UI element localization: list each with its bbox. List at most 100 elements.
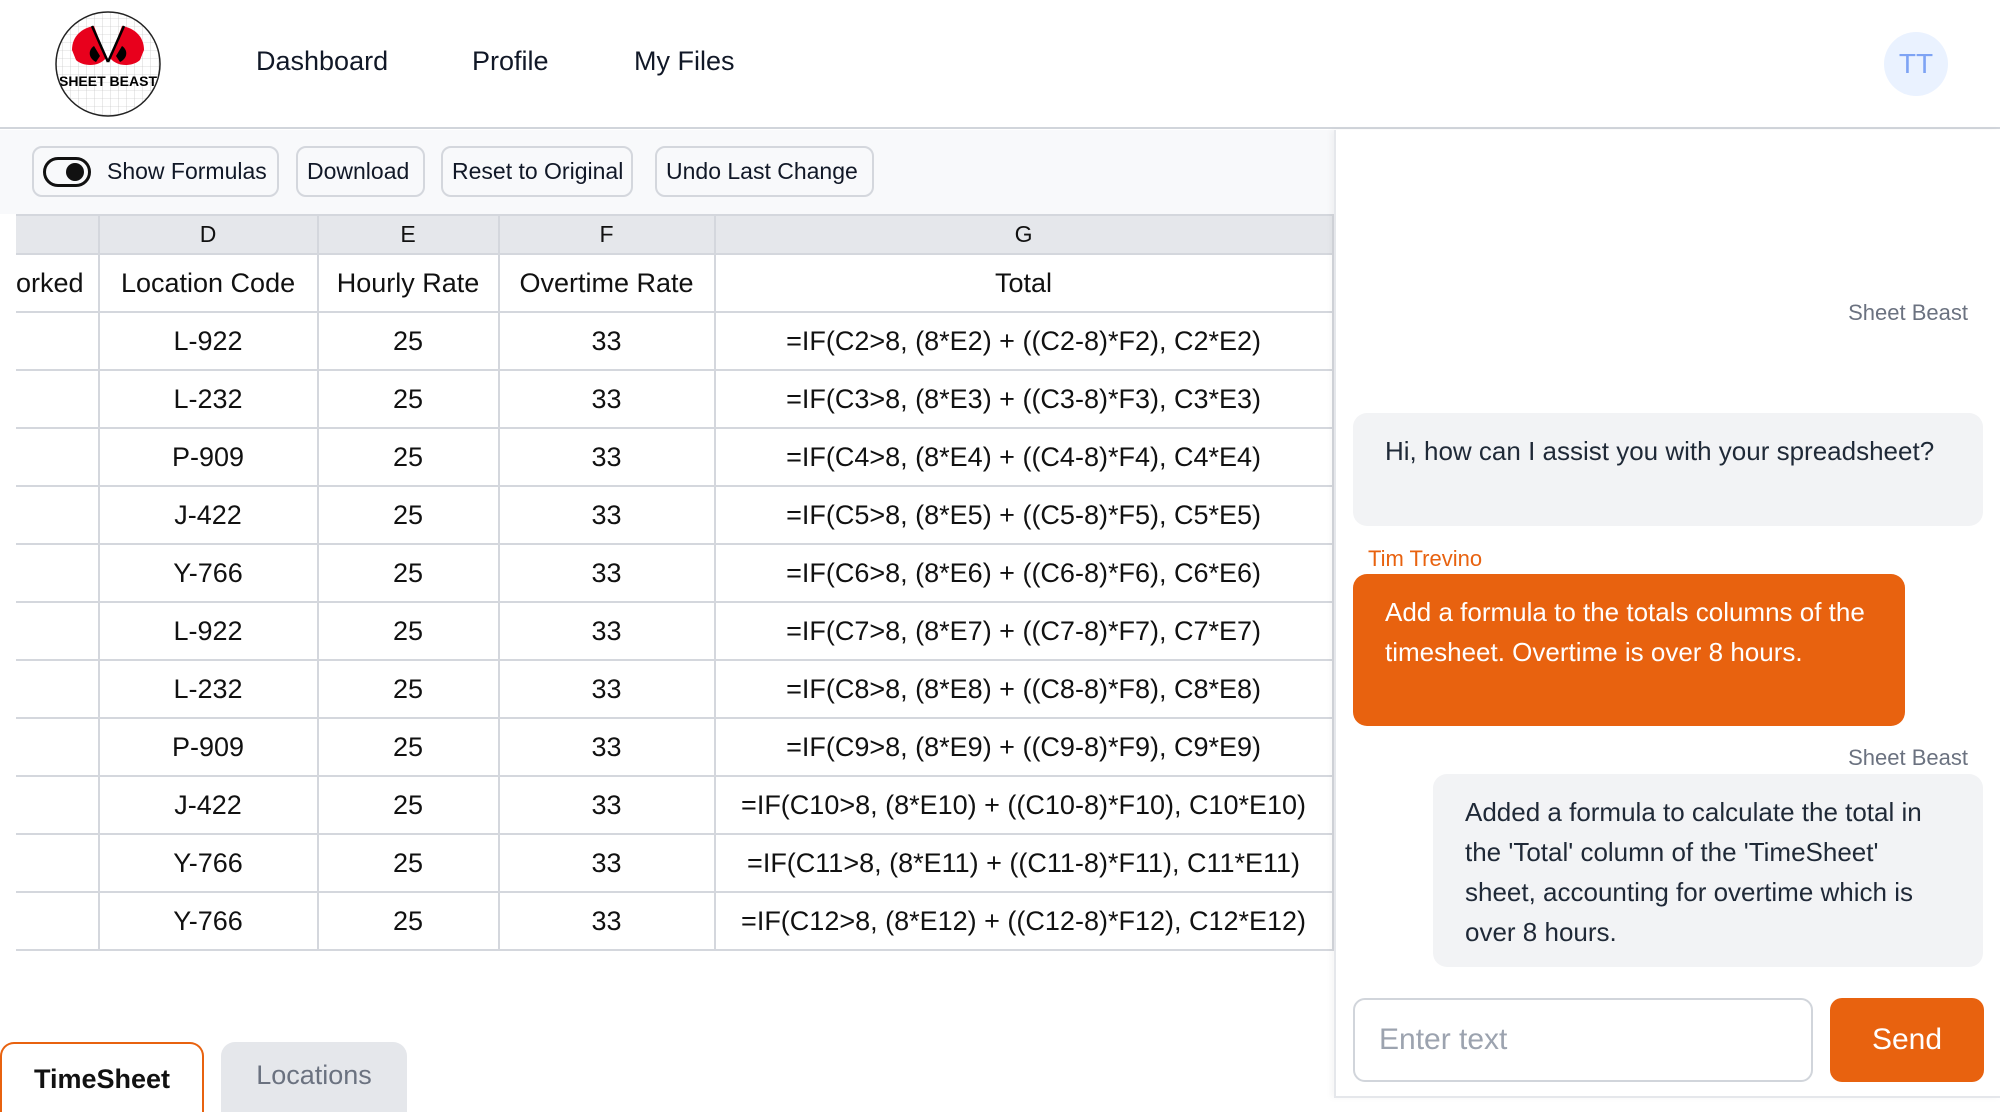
- cell-d[interactable]: J-422: [97, 485, 319, 545]
- column-header-e[interactable]: E: [316, 214, 500, 255]
- cell-f[interactable]: 33: [497, 601, 716, 661]
- top-header: SHEET BEAST Dashboard Profile My Files T…: [0, 0, 2000, 129]
- message-sender: Sheet Beast: [1848, 745, 1968, 770]
- tab-timesheet[interactable]: TimeSheet: [0, 1042, 204, 1112]
- send-button[interactable]: Send: [1830, 998, 1984, 1082]
- cell-e[interactable]: 25: [316, 891, 500, 951]
- cell-g[interactable]: =IF(C3>8, (8*E3) + ((C3-8)*F3), C3*E3): [713, 369, 1334, 429]
- table-row: L-922 25 33 =IF(C2>8, (8*E2) + ((C2-8)*F2),…: [16, 311, 1334, 371]
- table-row: Y-766 25 33 =IF(C11>8, (8*E11) + ((C11-8)*F…: [16, 833, 1334, 893]
- cell-f[interactable]: 33: [497, 659, 716, 719]
- cell-c[interactable]: [16, 427, 100, 487]
- message-sender: Tim Trevino: [1368, 546, 1483, 571]
- cell-d[interactable]: L-922: [97, 601, 319, 661]
- cell-e[interactable]: 25: [316, 775, 500, 835]
- cell-d[interactable]: Y-766: [97, 833, 319, 893]
- cell-d[interactable]: Y-766: [97, 891, 319, 951]
- spreadsheet-grid: D E F G orked Location Code Hourly Rate …: [16, 214, 1334, 951]
- cell-g[interactable]: =IF(C10>8, (8*E10) + ((C10-8)*F10), C10*…: [713, 775, 1334, 835]
- toggle-switch-icon[interactable]: [43, 156, 91, 187]
- cell-g[interactable]: =IF(C4>8, (8*E4) + ((C4-8)*F4), C4*E4): [713, 427, 1334, 487]
- cell-column-name[interactable]: Hourly Rate: [316, 253, 500, 313]
- nav-dashboard[interactable]: Dashboard: [256, 46, 388, 77]
- cell-e[interactable]: 25: [316, 485, 500, 545]
- cell-column-name[interactable]: orked: [16, 253, 100, 313]
- chat-text-input[interactable]: [1353, 998, 1813, 1082]
- cell-f[interactable]: 33: [497, 543, 716, 603]
- cell-g[interactable]: =IF(C2>8, (8*E2) + ((C2-8)*F2), C2*E2): [713, 311, 1334, 371]
- cell-d[interactable]: L-922: [97, 311, 319, 371]
- cell-d[interactable]: P-909: [97, 717, 319, 777]
- show-formulas-label: Show Formulas: [107, 158, 267, 184]
- cell-f[interactable]: 33: [497, 311, 716, 371]
- cell-column-name[interactable]: Total: [713, 253, 1334, 313]
- table-row: J-422 25 33 =IF(C10>8, (8*E10) + ((C10-8)*F…: [16, 775, 1334, 835]
- column-header-g[interactable]: G: [713, 214, 1334, 255]
- table-row: P-909 25 33 =IF(C9>8, (8*E9) + ((C9-8)*F9),…: [16, 717, 1334, 777]
- chat-message-user: Add a formula to the totals columns of t…: [1353, 574, 1905, 726]
- cell-e[interactable]: 25: [316, 833, 500, 893]
- cell-c[interactable]: [16, 601, 100, 661]
- cell-e[interactable]: 25: [316, 311, 500, 371]
- tab-locations[interactable]: Locations: [221, 1042, 407, 1112]
- column-header-d[interactable]: D: [97, 214, 319, 255]
- cell-c[interactable]: [16, 543, 100, 603]
- column-header-f[interactable]: F: [497, 214, 716, 255]
- cell-e[interactable]: 25: [316, 427, 500, 487]
- undo-last-change-button[interactable]: Undo Last Change: [655, 146, 874, 197]
- cell-c[interactable]: [16, 311, 100, 371]
- cell-c[interactable]: [16, 775, 100, 835]
- cell-e[interactable]: 25: [316, 601, 500, 661]
- cell-c[interactable]: [16, 659, 100, 719]
- cell-f[interactable]: 33: [497, 833, 716, 893]
- cell-d[interactable]: Y-766: [97, 543, 319, 603]
- cell-d[interactable]: P-909: [97, 427, 319, 487]
- table-row: L-922 25 33 =IF(C7>8, (8*E7) + ((C7-8)*F7),…: [16, 601, 1334, 661]
- cell-c[interactable]: [16, 891, 100, 951]
- cell-d[interactable]: L-232: [97, 369, 319, 429]
- cell-f[interactable]: 33: [497, 427, 716, 487]
- nav-profile[interactable]: Profile: [472, 46, 549, 77]
- logo-text: SHEET BEAST: [59, 73, 157, 89]
- chat-panel: Sheet Beast Hi, how can I assist you wit…: [1334, 130, 2000, 1098]
- cell-e[interactable]: 25: [316, 659, 500, 719]
- cell-c[interactable]: [16, 717, 100, 777]
- cell-g[interactable]: =IF(C8>8, (8*E8) + ((C8-8)*F8), C8*E8): [713, 659, 1334, 719]
- cell-column-name[interactable]: Overtime Rate: [497, 253, 716, 313]
- toggle-knob: [66, 162, 84, 181]
- cell-c[interactable]: [16, 369, 100, 429]
- cell-f[interactable]: 33: [497, 369, 716, 429]
- chat-message-bot: Added a formula to calculate the total i…: [1433, 774, 1983, 967]
- table-row: Y-766 25 33 =IF(C6>8, (8*E6) + ((C6-8)*F6),…: [16, 543, 1334, 603]
- cell-e[interactable]: 25: [316, 369, 500, 429]
- cell-g[interactable]: =IF(C5>8, (8*E5) + ((C5-8)*F5), C5*E5): [713, 485, 1334, 545]
- cell-g[interactable]: =IF(C9>8, (8*E9) + ((C9-8)*F9), C9*E9): [713, 717, 1334, 777]
- download-button[interactable]: Download: [296, 146, 425, 197]
- table-row: L-232 25 33 =IF(C8>8, (8*E8) + ((C8-8)*F8),…: [16, 659, 1334, 719]
- cell-d[interactable]: J-422: [97, 775, 319, 835]
- show-formulas-toggle-button[interactable]: Show Formulas: [32, 146, 279, 197]
- column-name-row: orked Location Code Hourly Rate Overtime…: [16, 253, 1334, 313]
- user-avatar[interactable]: TT: [1884, 32, 1948, 96]
- cell-f[interactable]: 33: [497, 891, 716, 951]
- sheet-beast-logo[interactable]: SHEET BEAST: [54, 10, 162, 118]
- cell-column-name[interactable]: Location Code: [97, 253, 319, 313]
- reset-to-original-button[interactable]: Reset to Original: [441, 146, 633, 197]
- cell-f[interactable]: 33: [497, 717, 716, 777]
- column-header-c[interactable]: [16, 214, 100, 255]
- cell-g[interactable]: =IF(C12>8, (8*E12) + ((C12-8)*F12), C12*…: [713, 891, 1334, 951]
- cell-g[interactable]: =IF(C7>8, (8*E7) + ((C7-8)*F7), C7*E7): [713, 601, 1334, 661]
- cell-g[interactable]: =IF(C6>8, (8*E6) + ((C6-8)*F6), C6*E6): [713, 543, 1334, 603]
- cell-g[interactable]: =IF(C11>8, (8*E11) + ((C11-8)*F11), C11*…: [713, 833, 1334, 893]
- cell-c[interactable]: [16, 833, 100, 893]
- logo-icon: SHEET BEAST: [55, 11, 161, 117]
- nav-my-files[interactable]: My Files: [634, 46, 735, 77]
- cell-d[interactable]: L-232: [97, 659, 319, 719]
- cell-f[interactable]: 33: [497, 775, 716, 835]
- cell-e[interactable]: 25: [316, 543, 500, 603]
- column-letter-row: D E F G: [16, 214, 1334, 255]
- cell-c[interactable]: [16, 485, 100, 545]
- cell-e[interactable]: 25: [316, 717, 500, 777]
- table-row: L-232 25 33 =IF(C3>8, (8*E3) + ((C3-8)*F3),…: [16, 369, 1334, 429]
- cell-f[interactable]: 33: [497, 485, 716, 545]
